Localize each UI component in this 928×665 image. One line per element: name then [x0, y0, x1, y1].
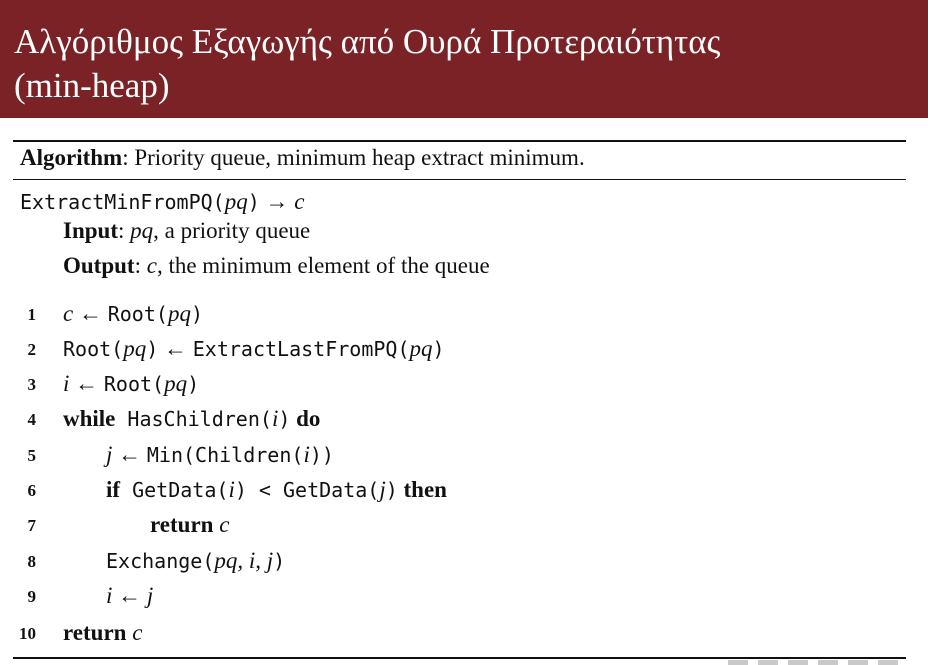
- caption-rule: [13, 179, 906, 180]
- keyword: return: [63, 620, 127, 645]
- var: c: [126, 620, 143, 645]
- signature-arrow: →: [259, 189, 295, 214]
- line-number: 1: [27, 305, 37, 324]
- code-text: return c: [150, 509, 229, 541]
- var: pq: [167, 301, 191, 326]
- input-label: Input: [63, 218, 118, 243]
- code-line-9: 9 i ← j: [0, 580, 928, 615]
- code-text: Exchange(pq, i, j): [106, 545, 285, 577]
- func: GetData(: [120, 478, 229, 502]
- func: Exchange(: [106, 549, 215, 573]
- input-sep: :: [117, 218, 131, 243]
- code-line-6: 6 if GetData(i) < GetData(j) then: [0, 474, 928, 509]
- line-number: 3: [27, 375, 37, 394]
- function-signature: ExtractMinFromPQ(pq) → c: [20, 187, 304, 217]
- line-number: 7: [27, 516, 37, 535]
- code-text: if GetData(i) < GetData(j) then: [106, 474, 447, 506]
- algorithm-caption-text: : Priority queue, minimum heap extract m…: [122, 145, 585, 170]
- top-rule: [13, 140, 906, 142]
- keyword: while: [63, 406, 116, 431]
- code-text: c ← Root(pq): [63, 298, 203, 330]
- input-desc: , a priority queue: [153, 218, 311, 243]
- line-number: 5: [27, 446, 37, 465]
- var: pq: [123, 336, 147, 361]
- keyword: if: [106, 477, 121, 502]
- func: Root(: [103, 372, 165, 396]
- output-param: c: [146, 253, 157, 278]
- assign-arrow: ←: [112, 583, 147, 608]
- line-number: 2: [27, 340, 37, 359]
- input-spec: Input: pq, a priority queue: [63, 216, 310, 246]
- func: ): [187, 372, 200, 396]
- func: HasChildren(: [115, 407, 272, 431]
- code-text: j ← Min(Children(i)): [106, 439, 334, 471]
- line-number: 10: [19, 624, 36, 643]
- assign-arrow: ←: [158, 336, 193, 361]
- func: Root(: [107, 302, 168, 326]
- var: j: [146, 583, 154, 608]
- output-label: Output: [63, 253, 135, 278]
- keyword: then: [397, 477, 447, 502]
- func: Min(Children(: [146, 443, 304, 467]
- func: ): [278, 407, 291, 431]
- slide-title-line1: Αλγόριθμος Εξαγωγής από Ουρά Προτεραιότη…: [14, 22, 721, 61]
- func: ): [190, 302, 203, 326]
- code-text: return c: [63, 617, 142, 649]
- algorithm-caption: Algorithm: Priority queue, minimum heap …: [20, 143, 585, 173]
- code-line-7: 7 return c: [0, 509, 928, 544]
- func: )): [309, 443, 334, 467]
- assign-arrow: ←: [73, 301, 108, 326]
- output-desc: , the minimum element of the queue: [156, 253, 490, 278]
- func: ): [432, 337, 445, 361]
- keyword: return: [150, 512, 214, 537]
- slide-navigation-icon[interactable]: [678, 660, 928, 665]
- var: c: [213, 512, 230, 537]
- code-line-5: 5 j ← Min(Children(i)): [0, 439, 928, 474]
- func: ): [385, 478, 398, 502]
- code-line-10: 10 return c: [0, 617, 928, 652]
- func: Root(: [63, 337, 124, 361]
- signature-close: ): [247, 190, 260, 214]
- var: pq: [409, 336, 433, 361]
- code-text: i ← Root(pq): [63, 368, 199, 400]
- line-number: 6: [27, 481, 37, 500]
- algorithm-label: Algorithm: [20, 145, 123, 170]
- code-line-3: 3 i ← Root(pq): [0, 368, 928, 403]
- code-line-4: 4 while HasChildren(i) do: [0, 403, 928, 438]
- var: pq: [164, 371, 188, 396]
- var: c: [63, 301, 74, 326]
- slide-header: Αλγόριθμος Εξαγωγής από Ουρά Προτεραιότη…: [0, 0, 928, 118]
- line-number: 8: [27, 552, 37, 571]
- assign-arrow: ←: [112, 442, 147, 467]
- code-text: Root(pq) ← ExtractLastFromPQ(pq): [63, 333, 445, 365]
- line-number: 4: [27, 410, 37, 429]
- func: ): [146, 337, 159, 361]
- code-line-8: 8 Exchange(pq, i, j): [0, 545, 928, 580]
- signature-param: pq: [224, 189, 248, 214]
- code-line-1: 1 c ← Root(pq): [0, 298, 928, 333]
- output-spec: Output: c, the minimum element of the qu…: [63, 251, 490, 281]
- code-text: i ← j: [106, 580, 153, 612]
- code-text: while HasChildren(i) do: [63, 403, 320, 435]
- signature-return: c: [294, 189, 305, 214]
- line-number: 9: [27, 587, 37, 606]
- keyword: do: [290, 406, 321, 431]
- code-line-2: 2 Root(pq) ← ExtractLastFromPQ(pq): [0, 333, 928, 368]
- signature-name: ExtractMinFromPQ(: [20, 190, 225, 214]
- func: ExtractLastFromPQ(: [192, 337, 410, 361]
- assign-arrow: ←: [69, 371, 104, 396]
- output-sep: :: [134, 253, 147, 278]
- var: pq, i, j: [214, 548, 274, 573]
- input-param: pq: [130, 218, 154, 243]
- slide-title-line2: (min-heap): [14, 66, 170, 105]
- func: ): [273, 549, 286, 573]
- func: ) < GetData(: [234, 478, 380, 502]
- bottom-rule: [13, 657, 906, 659]
